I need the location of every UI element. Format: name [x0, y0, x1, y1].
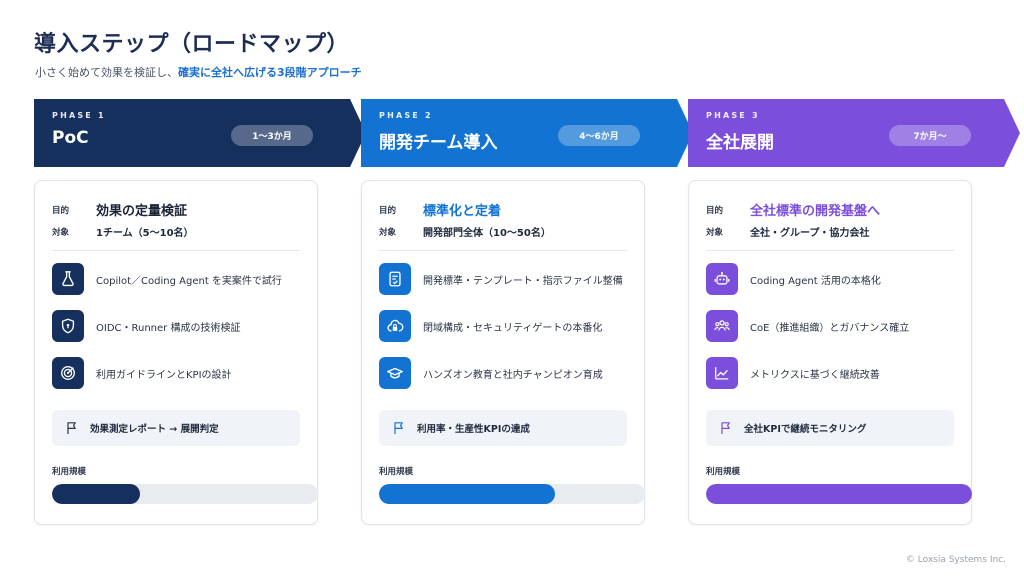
page-subtitle: 小さく始めて効果を検証し、確実に全社へ広げる3段階アプローチ: [35, 64, 362, 80]
divider: [52, 250, 300, 251]
divider: [379, 250, 627, 251]
action-item: CoE（推進組織）とガバナンス確立: [706, 310, 909, 342]
usage-scale-label: 利用規模: [706, 467, 741, 477]
target-icon: [52, 357, 84, 389]
flag-icon: [721, 422, 730, 434]
phase-label: PHASE 1: [52, 111, 106, 120]
duration-badge: 7か月〜: [889, 125, 971, 146]
usage-scale-label: 利用規模: [379, 467, 414, 477]
action-item: Coding Agent 活用の本格化: [706, 263, 881, 295]
phase-3-header: PHASE 3 全社展開 7か月〜: [688, 99, 1020, 167]
usage-scale-bar: [379, 484, 645, 504]
action-item-text: メトリクスに基づく継続改善: [750, 369, 880, 381]
subtitle-highlight: 確実に全社へ広げる3段階アプローチ: [178, 66, 362, 79]
goal-label: 目的: [706, 205, 724, 216]
document-check-icon: [379, 263, 411, 295]
divider: [706, 250, 954, 251]
phase-1-header: PHASE 1 PoC 1〜3か月: [34, 99, 366, 167]
target-label: 対象: [706, 227, 724, 238]
subtitle-plain: 小さく始めて効果を検証し、: [35, 66, 178, 79]
action-item-text: 開発標準・テンプレート・指示ファイル整備: [423, 275, 623, 287]
action-item-text: CoE（推進組織）とガバナンス確立: [750, 322, 910, 334]
action-item-text: 閉域構成・セキュリティゲートの本番化: [423, 322, 603, 334]
flag-icon: [67, 422, 76, 434]
page-title: 導入ステップ（ロードマップ）: [34, 32, 350, 57]
phase-name: PoC: [52, 128, 89, 148]
goal-text: 標準化と定着: [423, 204, 502, 219]
target-label: 対象: [52, 227, 70, 238]
action-item: OIDC・Runner 構成の技術検証: [52, 310, 240, 342]
usage-scale-bar: [706, 484, 972, 504]
usage-scale-fill: [52, 484, 140, 504]
trend-chart-icon: [706, 357, 738, 389]
phase-2-card: 目的 標準化と定着対象 開発部門全体（10〜50名） 開発標準・テンプレート・指示ファ…: [361, 180, 645, 525]
target-label: 対象: [379, 227, 397, 238]
phase-label: PHASE 3: [706, 111, 760, 120]
flag-icon: [394, 422, 403, 434]
action-item: 開発標準・テンプレート・指示ファイル整備: [379, 263, 623, 295]
action-item: メトリクスに基づく継続改善: [706, 357, 880, 389]
phase-3-card: 目的 全社標準の開発基盤へ対象 全社・グループ・協力会社 Coding Agent 活…: [688, 180, 972, 525]
target-text: 全社・グループ・協力会社: [750, 228, 870, 239]
milestone-box: 全社KPIで継続モニタリング: [706, 410, 954, 446]
duration-badge: 1〜3か月: [231, 125, 313, 146]
goal-row: 目的 効果の定量検証: [52, 200, 187, 219]
copyright-footer: © Loxsia Systems Inc.: [905, 555, 1006, 565]
milestone-text: 全社KPIで継続モニタリング: [744, 424, 867, 435]
phase-2-header: PHASE 2 開発チーム導入 4〜6か月: [361, 99, 693, 167]
goal-row: 目的 標準化と定着: [379, 200, 501, 219]
flask-icon: [52, 263, 84, 295]
action-item: Copilot／Coding Agent を実案件で試行: [52, 263, 282, 295]
goal-label: 目的: [379, 205, 397, 216]
action-item-text: Copilot／Coding Agent を実案件で試行: [96, 275, 282, 287]
action-item: 閉域構成・セキュリティゲートの本番化: [379, 310, 602, 342]
action-item-text: ハンズオン教育と社内チャンピオン育成: [423, 369, 603, 381]
phase-1-card: 目的 効果の定量検証対象 1チーム（5〜10名） Copilot／Coding Age…: [34, 180, 318, 525]
milestone-box: 利用率・生産性KPIの達成: [379, 410, 627, 446]
goal-text: 全社標準の開発基盤へ: [750, 204, 881, 219]
target-row: 対象 開発部門全体（10〜50名）: [379, 224, 551, 240]
action-item-text: OIDC・Runner 構成の技術検証: [96, 322, 241, 334]
action-item: 利用ガイドラインとKPIの設計: [52, 357, 232, 389]
goal-text: 効果の定量検証: [96, 204, 188, 219]
milestone-text: 効果測定レポート → 展開判定: [90, 424, 219, 435]
robot-icon: [706, 263, 738, 295]
target-text: 開発部門全体（10〜50名）: [423, 228, 551, 239]
goal-row: 目的 全社標準の開発基盤へ: [706, 200, 880, 219]
action-item-text: Coding Agent 活用の本格化: [750, 275, 881, 287]
phase-name: 全社展開: [706, 133, 774, 153]
goal-label: 目的: [52, 205, 70, 216]
usage-scale-fill: [706, 484, 972, 504]
phase-name: 開発チーム導入: [379, 133, 498, 153]
shield-icon: [52, 310, 84, 342]
target-row: 対象 全社・グループ・協力会社: [706, 224, 870, 240]
graduation-cap-icon: [379, 357, 411, 389]
usage-scale-bar: [52, 484, 318, 504]
people-icon: [706, 310, 738, 342]
phase-label: PHASE 2: [379, 111, 433, 120]
duration-badge: 4〜6か月: [558, 125, 640, 146]
action-item: ハンズオン教育と社内チャンピオン育成: [379, 357, 603, 389]
usage-scale-label: 利用規模: [52, 467, 87, 477]
action-item-text: 利用ガイドラインとKPIの設計: [96, 369, 232, 381]
milestone-text: 利用率・生産性KPIの達成: [417, 424, 530, 435]
cloud-lock-icon: [379, 310, 411, 342]
milestone-box: 効果測定レポート → 展開判定: [52, 410, 300, 446]
target-text: 1チーム（5〜10名）: [96, 228, 194, 239]
target-row: 対象 1チーム（5〜10名）: [52, 224, 194, 240]
usage-scale-fill: [379, 484, 555, 504]
